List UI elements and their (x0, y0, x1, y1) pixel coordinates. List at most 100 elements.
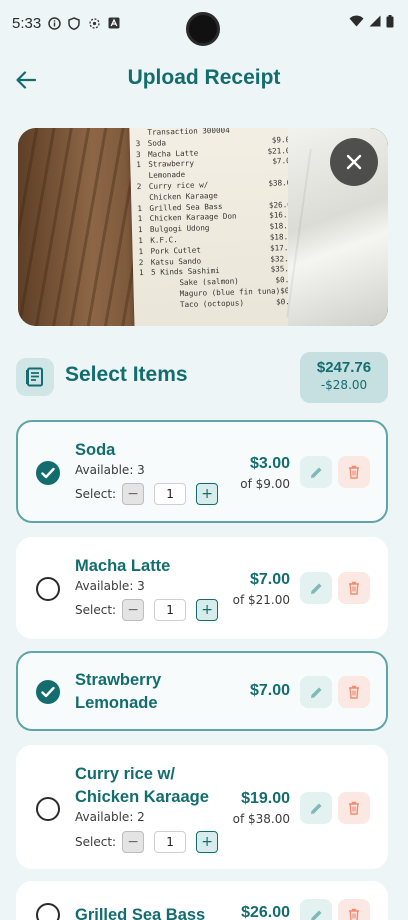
item-price: $3.00 (249, 455, 290, 472)
receipt-line-name: Katsu Sando (150, 256, 202, 267)
delete-button[interactable] (338, 676, 370, 708)
quantity-stepper: Select: − 1 + (75, 831, 219, 853)
quantity-stepper: Select: − 1 + (75, 483, 219, 505)
quantity-stepper: Select: − 1 + (75, 599, 219, 621)
wifi-icon (349, 15, 364, 31)
receipt-lines: 3 Soda $9.00 3 Macha Latte $21.00 1 Strawberry $… (135, 135, 304, 312)
edit-button[interactable] (300, 572, 332, 604)
edit-button[interactable] (300, 456, 332, 488)
receipt-line-name: Grilled Sea Bass (149, 201, 223, 213)
select-label: Select: (75, 835, 117, 849)
item-price: $7.00 (249, 571, 290, 588)
quantity-input[interactable]: 1 (154, 483, 187, 505)
receipt-line-qty: 1 (138, 235, 143, 246)
trash-icon (349, 465, 359, 479)
increment-button[interactable]: + (196, 831, 219, 853)
item-available: Available: 2 (75, 810, 145, 824)
close-icon (346, 154, 362, 170)
increment-button[interactable]: + (196, 483, 219, 505)
item-checkbox[interactable] (36, 903, 60, 920)
signal-icon (369, 15, 381, 31)
pencil-icon (310, 687, 321, 698)
item-card-strawberry-lemonade[interactable]: Strawberry Lemonade $7.00 (16, 651, 388, 731)
item-price-of: of $38.00 (232, 812, 290, 826)
receipt-line-name: Soda (147, 138, 167, 148)
delete-button[interactable] (338, 572, 370, 604)
pencil-icon (310, 910, 321, 920)
receipt-line-name: Chicken Karaage (149, 190, 218, 202)
item-card-grilled-sea-bass[interactable]: Grilled Sea Bass $26.00 (16, 881, 388, 920)
receipt-line-name: Curry rice w/ (148, 180, 209, 191)
item-checkbox[interactable] (36, 797, 60, 821)
battery-icon (386, 14, 394, 32)
receipt-line-name: Bulgogi Udong (149, 223, 210, 234)
item-name: Macha Latte (75, 557, 171, 575)
receipt-line-name: Macha Latte (147, 148, 199, 159)
status-right (349, 14, 394, 32)
receipt-line-name: Pork Cutlet (150, 245, 201, 256)
receipt-line-name: K.F.C. (150, 235, 178, 245)
item-checkbox[interactable] (36, 680, 60, 704)
edit-button[interactable] (300, 676, 332, 708)
item-name: Strawberry Lemonade (75, 669, 161, 715)
item-name-line2: Lemonade (75, 694, 158, 712)
decrement-button[interactable]: − (122, 831, 145, 853)
item-card-curry-rice[interactable]: Curry rice w/ Chicken Karaage Available:… (16, 745, 388, 869)
receipt-photo: Transaction 300004 3 Soda $9.00 3 Macha Latt… (18, 128, 388, 326)
item-name-line1: Strawberry (75, 671, 162, 689)
total-amount: $247.76 (316, 359, 372, 376)
delete-button[interactable] (338, 899, 370, 920)
receipt-line-name: 5 Kinds Sashimi (151, 266, 220, 278)
receipt-line-name: Sake (salmon) (179, 276, 239, 288)
receipt-line-name: Lemonade (148, 170, 186, 181)
item-price-of: of $21.00 (232, 593, 290, 607)
check-icon (41, 686, 55, 698)
receipt-line-qty: 1 (139, 268, 144, 278)
receipt-line-qty: 1 (136, 160, 141, 170)
receipt-line-name: Maguro (blue fin tuna) (179, 286, 281, 299)
item-card-macha-latte[interactable]: Macha Latte Available: 3 Select: − 1 + $… (16, 537, 388, 639)
edit-button[interactable] (300, 792, 332, 824)
quantity-input[interactable]: 1 (154, 831, 187, 853)
receipt-line-qty: 3 (135, 149, 141, 159)
trash-icon (349, 685, 359, 699)
quantity-input[interactable]: 1 (154, 599, 187, 621)
item-checkbox[interactable] (36, 577, 60, 601)
receipt-line-qty: 1 (137, 203, 143, 213)
receipt-line-qty: 1 (137, 225, 143, 235)
item-name-line2: Chicken Karaage (75, 788, 209, 806)
receipt-line-name: Taco (octopus) (179, 298, 245, 309)
receipt-line-qty: 3 (135, 138, 141, 148)
section-title: Select Items (65, 363, 188, 386)
item-price-of: of $9.00 (240, 477, 290, 491)
status-left: 5:33 (12, 15, 121, 32)
info-icon (47, 16, 61, 30)
receipt-icon (16, 358, 54, 396)
delete-button[interactable] (338, 792, 370, 824)
shield-icon (67, 16, 81, 30)
status-time: 5:33 (12, 14, 42, 32)
decrement-button[interactable]: − (122, 599, 145, 621)
edit-button[interactable] (300, 899, 332, 920)
receipt-line-qty: 2 (138, 257, 144, 267)
receipt-line-name: Chicken Karaage Don (149, 211, 237, 224)
select-label: Select: (75, 603, 117, 617)
item-checkbox[interactable] (36, 461, 60, 485)
page-title: Upload Receipt (127, 66, 281, 89)
sync-icon (87, 16, 101, 30)
pencil-icon (310, 583, 321, 594)
increment-button[interactable]: + (196, 599, 219, 621)
check-icon (41, 467, 55, 479)
a-icon (107, 16, 121, 30)
receipt-line-qty: 1 (137, 214, 143, 224)
decrement-button[interactable]: − (122, 483, 145, 505)
receipt-paper: Transaction 300004 3 Soda $9.00 3 Macha Latt… (129, 128, 310, 326)
receipt-line-name: Strawberry (148, 159, 195, 170)
remove-image-button[interactable] (330, 138, 378, 186)
item-card-soda[interactable]: Soda Available: 3 Select: − 1 + $3.00 of… (16, 420, 388, 523)
item-available: Available: 3 (75, 463, 145, 477)
item-price: $7.00 (249, 682, 290, 699)
delete-button[interactable] (338, 456, 370, 488)
receipt-line-qty: 2 (136, 182, 142, 192)
app-bar: Upload Receipt (0, 58, 408, 102)
